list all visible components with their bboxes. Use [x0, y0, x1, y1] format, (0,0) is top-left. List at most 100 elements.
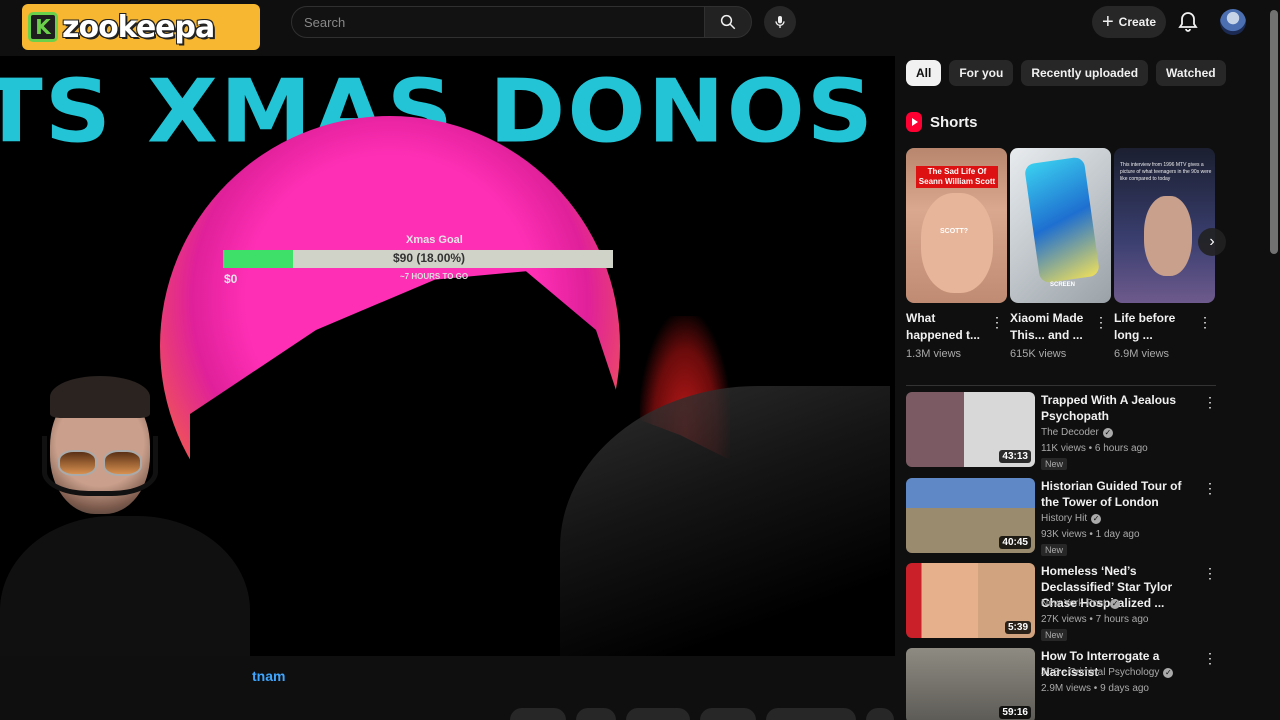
plus-icon: +	[1101, 11, 1114, 33]
channel-name-text: New York Post	[1041, 598, 1107, 609]
new-badge: New	[1041, 458, 1068, 470]
verified-icon: ✓	[1102, 427, 1113, 438]
video-title[interactable]: Historian Guided Tour of the Tower of Lo…	[1041, 478, 1201, 510]
thumbnail-caption: This interview from 1996 MTV gives a pic…	[1120, 162, 1212, 182]
channel-name[interactable]: JCS - Criminal Psychology ✓	[1041, 667, 1174, 678]
channel-name[interactable]: New York Post ✓	[1041, 598, 1121, 609]
chip-watched[interactable]: Watched	[1156, 60, 1226, 86]
short-title[interactable]: Xiaomi Made This... and ...	[1010, 310, 1092, 344]
duration-badge: 5:39	[1004, 621, 1031, 634]
short-views: 615K views	[1010, 348, 1067, 360]
goal-amount: $90 (18.00%)	[393, 251, 466, 265]
voice-search-button[interactable]	[764, 6, 796, 38]
shorts-heading: Shorts	[930, 113, 978, 131]
video-player[interactable]: TS XMAS DONOS Xmas Goal $90 (18.00%) $0 …	[0, 56, 895, 656]
sunglasses	[58, 450, 142, 476]
short-thumbnail[interactable]: This interview from 1996 MTV gives a pic…	[1114, 148, 1215, 303]
duration-badge: 40:45	[999, 536, 1031, 549]
thumbnail-caption: SCREEN	[1050, 282, 1076, 288]
download-button[interactable]	[766, 708, 856, 720]
duration-badge: 43:13	[999, 450, 1031, 463]
chip-for-you[interactable]: For you	[949, 60, 1014, 86]
channel-name-text: History Hit	[1041, 513, 1088, 524]
more-vert-icon[interactable]: ⋮	[1203, 565, 1217, 582]
short-thumbnail[interactable]: SCREEN	[1010, 148, 1111, 303]
channel-name[interactable]: History Hit ✓	[1041, 513, 1102, 524]
more-vert-icon[interactable]: ⋮	[1094, 314, 1108, 331]
goal-start-amount: $0	[224, 272, 238, 286]
more-vert-icon[interactable]: ⋮	[1198, 314, 1212, 331]
short-title[interactable]: What happened t...	[906, 310, 988, 344]
thumbnail-face	[921, 193, 993, 293]
short-title[interactable]: Life before long ...	[1114, 310, 1196, 344]
bell-icon[interactable]	[1176, 10, 1200, 34]
webcam-body	[0, 516, 250, 656]
phone-image	[1023, 156, 1101, 284]
list-item[interactable]: 43:13 Trapped With A Jealous Psychopath …	[906, 392, 1217, 472]
duration-badge: 59:16	[999, 706, 1031, 719]
short-card[interactable]: The Sad Life Of Seann William Scott SCOT…	[906, 148, 1007, 360]
video-thumbnail[interactable]: 59:16	[906, 648, 1035, 720]
create-button[interactable]: + Create	[1092, 6, 1166, 38]
video-action-row	[510, 708, 900, 720]
verified-icon: ✓	[1163, 667, 1174, 678]
webcam-overlay	[0, 376, 280, 656]
list-item[interactable]: 59:16 How To Interrogate a Narcissist JC…	[906, 648, 1217, 720]
more-vert-icon[interactable]: ⋮	[1203, 394, 1217, 411]
channel-logo[interactable]: K zookeepa	[22, 4, 260, 50]
channel-name-text: The Decoder	[1041, 427, 1099, 438]
chip-all[interactable]: All	[906, 60, 942, 86]
dislike-button[interactable]	[576, 708, 616, 720]
share-button[interactable]	[626, 708, 690, 720]
short-card[interactable]: SCREEN Xiaomi Made This... and ... ⋮ 615…	[1010, 148, 1111, 360]
more-vert-icon[interactable]: ⋮	[1203, 480, 1217, 497]
more-actions-button[interactable]	[866, 708, 894, 720]
short-views: 1.3M views	[906, 348, 962, 360]
chevron-right-icon[interactable]: ›	[1198, 228, 1226, 256]
verified-icon: ✓	[1091, 513, 1102, 524]
create-label: Create	[1118, 15, 1157, 29]
short-views: 6.9M views	[1114, 348, 1170, 360]
channel-name[interactable]: The Decoder ✓	[1041, 427, 1113, 438]
search-button[interactable]	[704, 6, 752, 38]
mic-icon	[775, 16, 785, 28]
more-vert-icon[interactable]: ⋮	[990, 314, 1004, 331]
video-meta: 93K views • 1 day ago	[1041, 529, 1140, 540]
logo-text: zookeepa	[62, 9, 215, 45]
scrollbar[interactable]	[1270, 10, 1278, 254]
video-title[interactable]: Trapped With A Jealous Psychopath	[1041, 392, 1201, 424]
new-badge: New	[1041, 544, 1068, 556]
filter-chips: All For you Recently uploaded Watched	[906, 60, 1226, 86]
goal-progress-bar: $90 (18.00%)	[223, 250, 613, 268]
short-thumbnail[interactable]: The Sad Life Of Seann William Scott SCOT…	[906, 148, 1007, 303]
thumbnail-caption: The Sad Life Of Seann William Scott	[916, 166, 998, 188]
video-thumbnail[interactable]: 5:39	[906, 563, 1035, 638]
video-thumbnail[interactable]: 40:45	[906, 478, 1035, 553]
list-item[interactable]: 40:45 Historian Guided Tour of the Tower…	[906, 478, 1217, 558]
new-badge: New	[1041, 629, 1068, 641]
chip-recently-uploaded[interactable]: Recently uploaded	[1021, 60, 1149, 86]
list-item[interactable]: 5:39 Homeless ‘Ned’s Declassified’ Star …	[906, 563, 1217, 643]
goal-label: Xmas Goal	[406, 234, 463, 246]
video-meta: 11K views • 6 hours ago	[1041, 443, 1148, 454]
channel-link[interactable]: tnam	[252, 668, 285, 684]
thumbnail-subcaption: SCOTT?	[940, 228, 968, 235]
save-button[interactable]	[700, 708, 756, 720]
video-meta: 2.9M views • 9 days ago	[1041, 683, 1149, 694]
goal-time-remaining: ~7 HOURS TO GO	[400, 272, 469, 281]
avatar[interactable]	[1220, 9, 1246, 35]
top-bar: K zookeepa Search + Create	[0, 0, 1280, 56]
search-icon	[720, 14, 736, 30]
thumbnail-face	[1144, 196, 1192, 276]
channel-name-text: JCS - Criminal Psychology	[1041, 667, 1160, 678]
goal-progress-fill	[223, 250, 294, 268]
shelf-divider	[906, 385, 1216, 386]
video-thumbnail[interactable]: 43:13	[906, 392, 1035, 467]
short-card[interactable]: This interview from 1996 MTV gives a pic…	[1114, 148, 1215, 360]
like-button[interactable]	[510, 708, 566, 720]
search-input[interactable]: Search	[291, 6, 705, 38]
webcam-hair	[50, 376, 150, 418]
logo-letter: K	[28, 12, 58, 42]
more-vert-icon[interactable]: ⋮	[1203, 650, 1217, 667]
verified-icon: ✓	[1110, 598, 1121, 609]
